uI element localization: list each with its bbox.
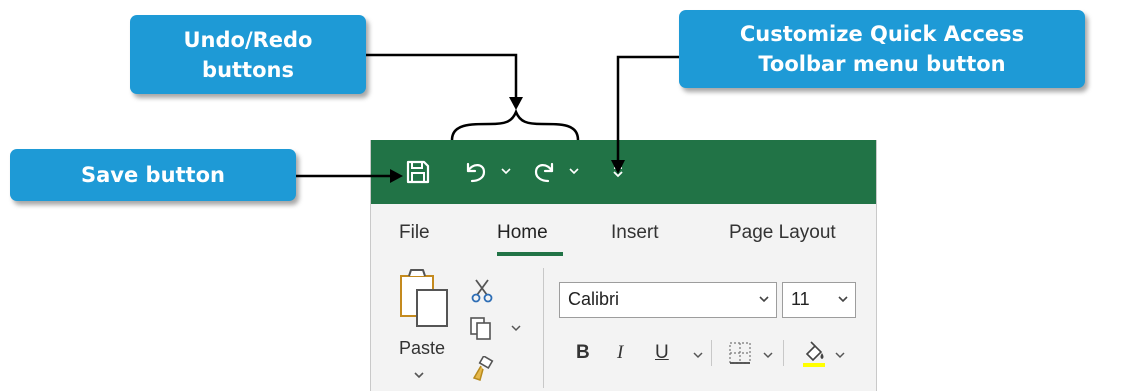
- arrowhead: [509, 97, 523, 110]
- arrowhead: [611, 160, 625, 174]
- undo-callout-line: [366, 53, 518, 100]
- customize-qat-callout-line: [616, 55, 679, 162]
- undo-redo-brace: [450, 108, 580, 141]
- callout-connectors: [296, 53, 679, 183]
- arrowhead: [390, 169, 403, 183]
